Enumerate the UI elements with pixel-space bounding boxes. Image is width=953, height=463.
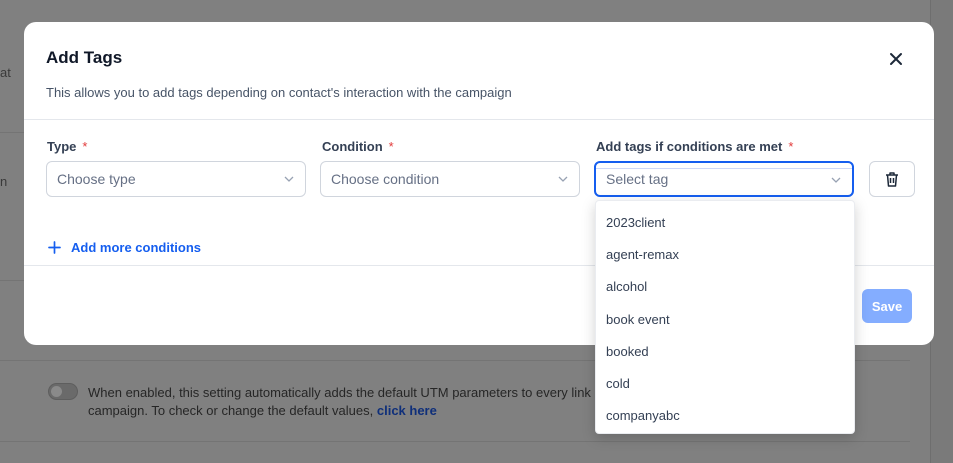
close-icon	[890, 53, 902, 65]
tag-option[interactable]: book event	[596, 303, 854, 335]
required-mark: *	[388, 139, 394, 154]
add-more-conditions-button[interactable]: Add more conditions	[48, 240, 201, 255]
add-more-conditions-label: Add more conditions	[71, 240, 201, 255]
utm-text-line-1: When enabled, this setting automatically…	[88, 385, 612, 400]
tags-label: Add tags if conditions are met *	[596, 139, 793, 154]
required-mark: *	[788, 139, 794, 154]
background-divider	[0, 441, 910, 442]
tags-select-placeholder: Select tag	[606, 171, 669, 187]
background-edge-text: at	[0, 65, 11, 80]
utm-description: When enabled, this setting automatically…	[88, 384, 648, 420]
chevron-down-icon	[558, 176, 568, 182]
utm-click-here-link[interactable]: click here	[377, 403, 437, 418]
condition-label: Condition *	[322, 139, 394, 154]
type-select[interactable]: Choose type	[46, 161, 306, 197]
tag-option[interactable]: 2023client	[596, 206, 854, 238]
tag-option[interactable]: alcohol	[596, 271, 854, 303]
condition-label-text: Condition	[322, 139, 383, 154]
condition-select[interactable]: Choose condition	[320, 161, 580, 197]
utm-text-line-2: campaign. To check or change the default…	[88, 403, 374, 418]
close-button[interactable]	[886, 49, 906, 69]
type-label: Type *	[47, 139, 87, 154]
chevron-down-icon	[831, 177, 841, 183]
tags-label-text: Add tags if conditions are met	[596, 139, 783, 154]
modal-title: Add Tags	[46, 48, 123, 67]
required-mark: *	[82, 139, 88, 154]
background-edge-text: n	[0, 174, 8, 189]
tag-option[interactable]: booked	[596, 335, 854, 367]
tags-select[interactable]: Select tag	[594, 161, 854, 197]
trash-icon	[886, 172, 898, 187]
type-select-placeholder: Choose type	[57, 171, 136, 187]
tag-options-dropdown: 2023client agent-remax alcohol book even…	[595, 200, 855, 434]
delete-condition-button[interactable]	[869, 161, 915, 197]
modal-subtitle: This allows you to add tags depending on…	[46, 85, 512, 100]
type-label-text: Type	[47, 139, 77, 154]
tag-option[interactable]: companyabc	[596, 400, 854, 432]
tag-option[interactable]: cold	[596, 367, 854, 399]
header-divider	[24, 119, 934, 120]
chevron-down-icon	[284, 176, 294, 182]
condition-select-placeholder: Choose condition	[331, 171, 440, 187]
plus-icon	[48, 241, 61, 254]
tag-option[interactable]: agent-remax	[596, 238, 854, 270]
save-button[interactable]: Save	[862, 289, 912, 323]
utm-toggle[interactable]	[48, 383, 78, 400]
